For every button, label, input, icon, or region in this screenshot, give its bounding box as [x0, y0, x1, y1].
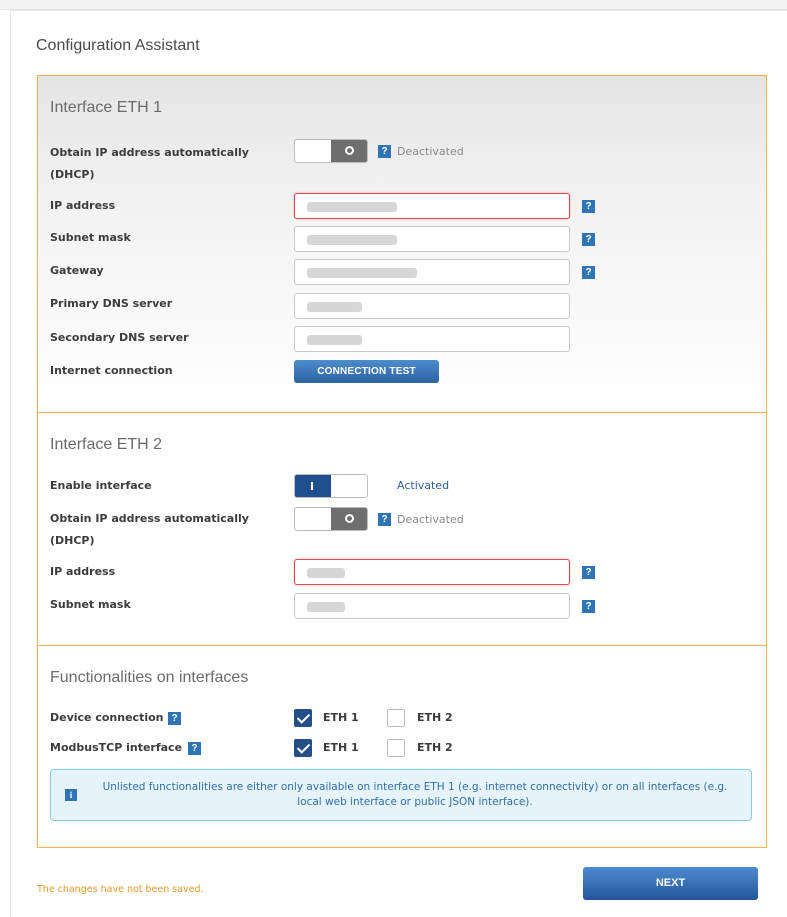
- help-icon[interactable]: ?: [188, 742, 201, 755]
- assistant-panel: Interface ETH 1 Obtain IP address automa…: [37, 75, 767, 848]
- eth1-dns2-input[interactable]: [294, 326, 570, 352]
- device-connection-label: Device connection: [50, 711, 164, 724]
- modbus-label: ModbusTCP interface: [50, 741, 183, 754]
- eth1-dhcp-label: Obtain IP address automatically (DHCP): [50, 146, 249, 181]
- eth1-dns2-label: Secondary DNS server: [50, 331, 189, 344]
- eth2-subnet-label: Subnet mask: [50, 598, 131, 611]
- next-button[interactable]: NEXT: [583, 867, 758, 900]
- eth2-ip-input[interactable]: [294, 559, 570, 585]
- modbus-eth2-label: ETH 2: [417, 741, 453, 754]
- modbus-eth1-label: ETH 1: [323, 741, 359, 754]
- device-connection-eth2-label: ETH 2: [417, 711, 453, 724]
- help-icon[interactable]: ?: [582, 566, 595, 579]
- help-icon[interactable]: ?: [378, 513, 391, 526]
- eth1-title: Interface ETH 1: [50, 99, 163, 116]
- eth1-dhcp-state: Deactivated: [397, 145, 464, 158]
- modbus-eth2-checkbox[interactable]: [387, 739, 405, 757]
- eth2-title: Interface ETH 2: [50, 436, 163, 453]
- eth2-section: Interface ETH 2 Enable interface Activat…: [38, 414, 766, 646]
- info-box: i Unlisted functionalities are either on…: [50, 769, 752, 821]
- eth1-subnet-input[interactable]: [294, 226, 570, 252]
- top-bar: [0, 0, 787, 10]
- help-icon[interactable]: ?: [582, 600, 595, 613]
- modbus-eth1-checkbox[interactable]: [294, 739, 312, 757]
- help-icon[interactable]: ?: [378, 145, 391, 158]
- functions-title: Functionalities on interfaces: [50, 669, 249, 686]
- eth2-enable-state: Activated: [397, 479, 450, 492]
- eth1-gateway-label: Gateway: [50, 264, 104, 277]
- eth1-section: Interface ETH 1 Obtain IP address automa…: [38, 76, 766, 413]
- functions-section: Functionalities on interfaces Device con…: [38, 647, 766, 847]
- device-connection-eth2-checkbox[interactable]: [387, 709, 405, 727]
- help-icon[interactable]: ?: [168, 712, 181, 725]
- info-text: Unlisted functionalities are either only…: [102, 781, 728, 808]
- eth2-dhcp-state: Deactivated: [397, 513, 464, 526]
- eth1-gateway-input[interactable]: [294, 259, 570, 285]
- eth2-enable-label: Enable interface: [50, 479, 152, 492]
- eth1-subnet-label: Subnet mask: [50, 231, 131, 244]
- eth2-ip-label: IP address: [50, 565, 116, 578]
- eth1-dhcp-toggle[interactable]: [294, 139, 368, 163]
- device-connection-eth1-checkbox[interactable]: [294, 709, 312, 727]
- eth2-dhcp-toggle[interactable]: [294, 507, 368, 531]
- connection-test-button[interactable]: CONNECTION TEST: [294, 360, 439, 383]
- info-icon: i: [65, 789, 77, 801]
- eth2-subnet-input[interactable]: [294, 593, 570, 619]
- eth1-dns1-input[interactable]: [294, 293, 570, 319]
- device-connection-eth1-label: ETH 1: [323, 711, 359, 724]
- eth2-enable-toggle[interactable]: [294, 474, 368, 498]
- help-icon[interactable]: ?: [582, 266, 595, 279]
- eth1-internet-label: Internet connection: [50, 364, 173, 377]
- eth1-ip-input[interactable]: [294, 193, 570, 219]
- eth2-dhcp-label: Obtain IP address automatically (DHCP): [50, 512, 249, 547]
- eth1-dns1-label: Primary DNS server: [50, 297, 173, 310]
- eth1-ip-label: IP address: [50, 199, 116, 212]
- unsaved-changes-notice: The changes have not been saved.: [37, 884, 204, 895]
- page-title: Configuration Assistant: [36, 37, 200, 54]
- help-icon[interactable]: ?: [582, 233, 595, 246]
- help-icon[interactable]: ?: [582, 200, 595, 213]
